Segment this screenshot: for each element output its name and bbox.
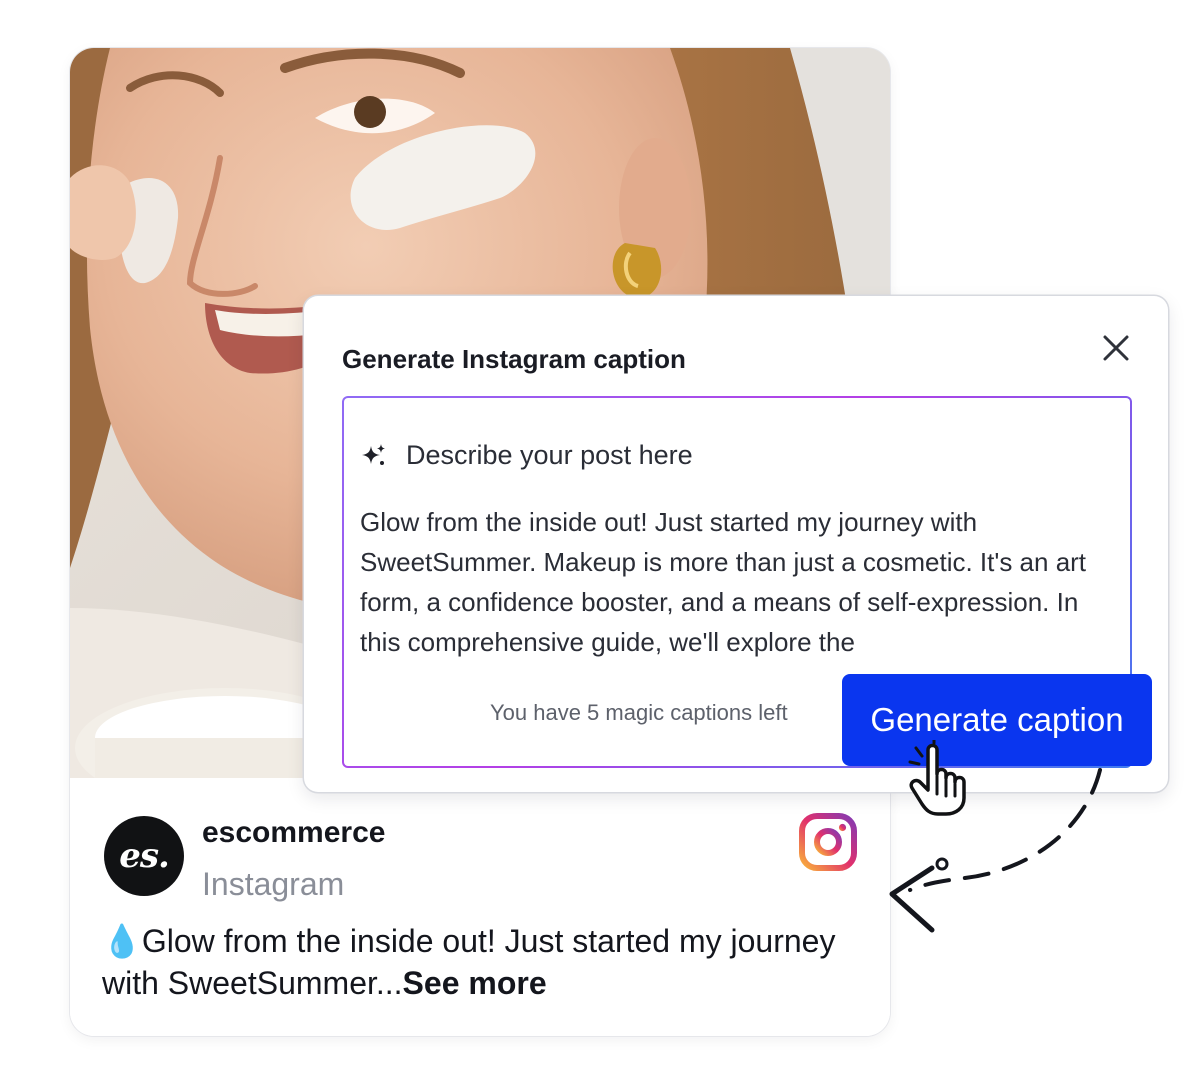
stage: es. escommerce Instagram 💧Glow from the … bbox=[0, 0, 1200, 1090]
generate-caption-dialog: Generate Instagram caption Describe your… bbox=[304, 296, 1168, 792]
account-platform: Instagram bbox=[202, 866, 345, 902]
dialog-title: Generate Instagram caption bbox=[342, 344, 686, 374]
sparkle-icon bbox=[362, 444, 385, 465]
magic-captions-counter: You have 5 magic captions left bbox=[490, 700, 788, 725]
dashed-arrow-icon bbox=[889, 768, 1102, 933]
see-more-link[interactable]: See more bbox=[403, 965, 547, 1001]
instagram-icon bbox=[799, 813, 857, 871]
post-caption: 💧Glow from the inside out! Just started … bbox=[102, 920, 862, 1004]
field-label: Describe your post here bbox=[406, 440, 693, 470]
post-footer: es. escommerce Instagram 💧Glow from the … bbox=[70, 778, 890, 1036]
account-name[interactable]: escommerce bbox=[202, 816, 385, 850]
post-description-text[interactable]: Glow from the inside out! Just started m… bbox=[360, 502, 1100, 662]
account-avatar[interactable]: es. bbox=[104, 816, 184, 896]
droplet-emoji: 💧 bbox=[102, 923, 142, 959]
generate-caption-button[interactable]: Generate caption bbox=[842, 674, 1152, 766]
close-icon[interactable] bbox=[1100, 332, 1132, 364]
